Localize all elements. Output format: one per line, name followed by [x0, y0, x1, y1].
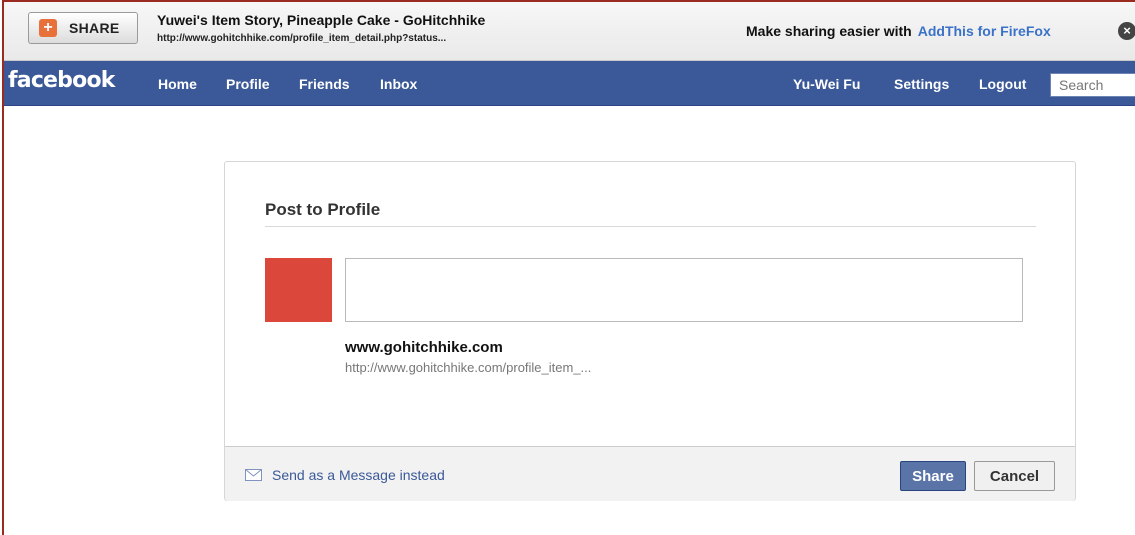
- nav-friends[interactable]: Friends: [299, 76, 350, 92]
- attachment-url: http://www.gohitchhike.com/profile_item_…: [345, 360, 592, 375]
- addthis-share-button[interactable]: + SHARE: [28, 12, 138, 44]
- dialog-divider: [265, 226, 1036, 227]
- post-to-profile-dialog: Post to Profile www.gohitchhike.com http…: [224, 161, 1076, 501]
- cancel-button[interactable]: Cancel: [974, 461, 1055, 491]
- share-button-label: SHARE: [69, 20, 120, 36]
- addthis-promo: Make sharing easier with AddThis for Fire…: [746, 23, 1051, 39]
- send-as-message-link[interactable]: Send as a Message instead: [245, 467, 445, 483]
- promo-text: Make sharing easier with: [746, 23, 912, 39]
- dialog-footer: Send as a Message instead Share Cancel: [225, 446, 1075, 501]
- nav-profile[interactable]: Profile: [226, 76, 270, 92]
- addthis-toolbar: + SHARE Yuwei's Item Story, Pineapple Ca…: [4, 2, 1135, 61]
- plus-icon: +: [39, 19, 57, 37]
- shared-page-title: Yuwei's Item Story, Pineapple Cake - GoH…: [157, 12, 486, 28]
- search-input[interactable]: [1050, 73, 1135, 97]
- send-as-message-label: Send as a Message instead: [272, 467, 445, 483]
- nav-logout[interactable]: Logout: [979, 76, 1026, 92]
- facebook-nav-bar: facebook Home Profile Friends Inbox Yu-W…: [4, 61, 1135, 106]
- envelope-icon: [245, 469, 262, 481]
- attachment-domain: www.gohitchhike.com: [345, 339, 503, 356]
- addthis-firefox-link[interactable]: AddThis for FireFox: [918, 23, 1051, 39]
- attachment-thumbnail: [265, 258, 332, 322]
- nav-settings[interactable]: Settings: [894, 76, 949, 92]
- dialog-title: Post to Profile: [265, 200, 381, 219]
- close-icon[interactable]: ×: [1118, 22, 1135, 40]
- message-input[interactable]: [345, 258, 1023, 322]
- facebook-logo[interactable]: facebook: [8, 68, 115, 93]
- share-button[interactable]: Share: [900, 461, 966, 491]
- nav-home[interactable]: Home: [158, 76, 197, 92]
- nav-user-profile[interactable]: Yu-Wei Fu: [793, 76, 860, 92]
- shared-page-url: http://www.gohitchhike.com/profile_item_…: [157, 33, 447, 44]
- nav-inbox[interactable]: Inbox: [380, 76, 417, 92]
